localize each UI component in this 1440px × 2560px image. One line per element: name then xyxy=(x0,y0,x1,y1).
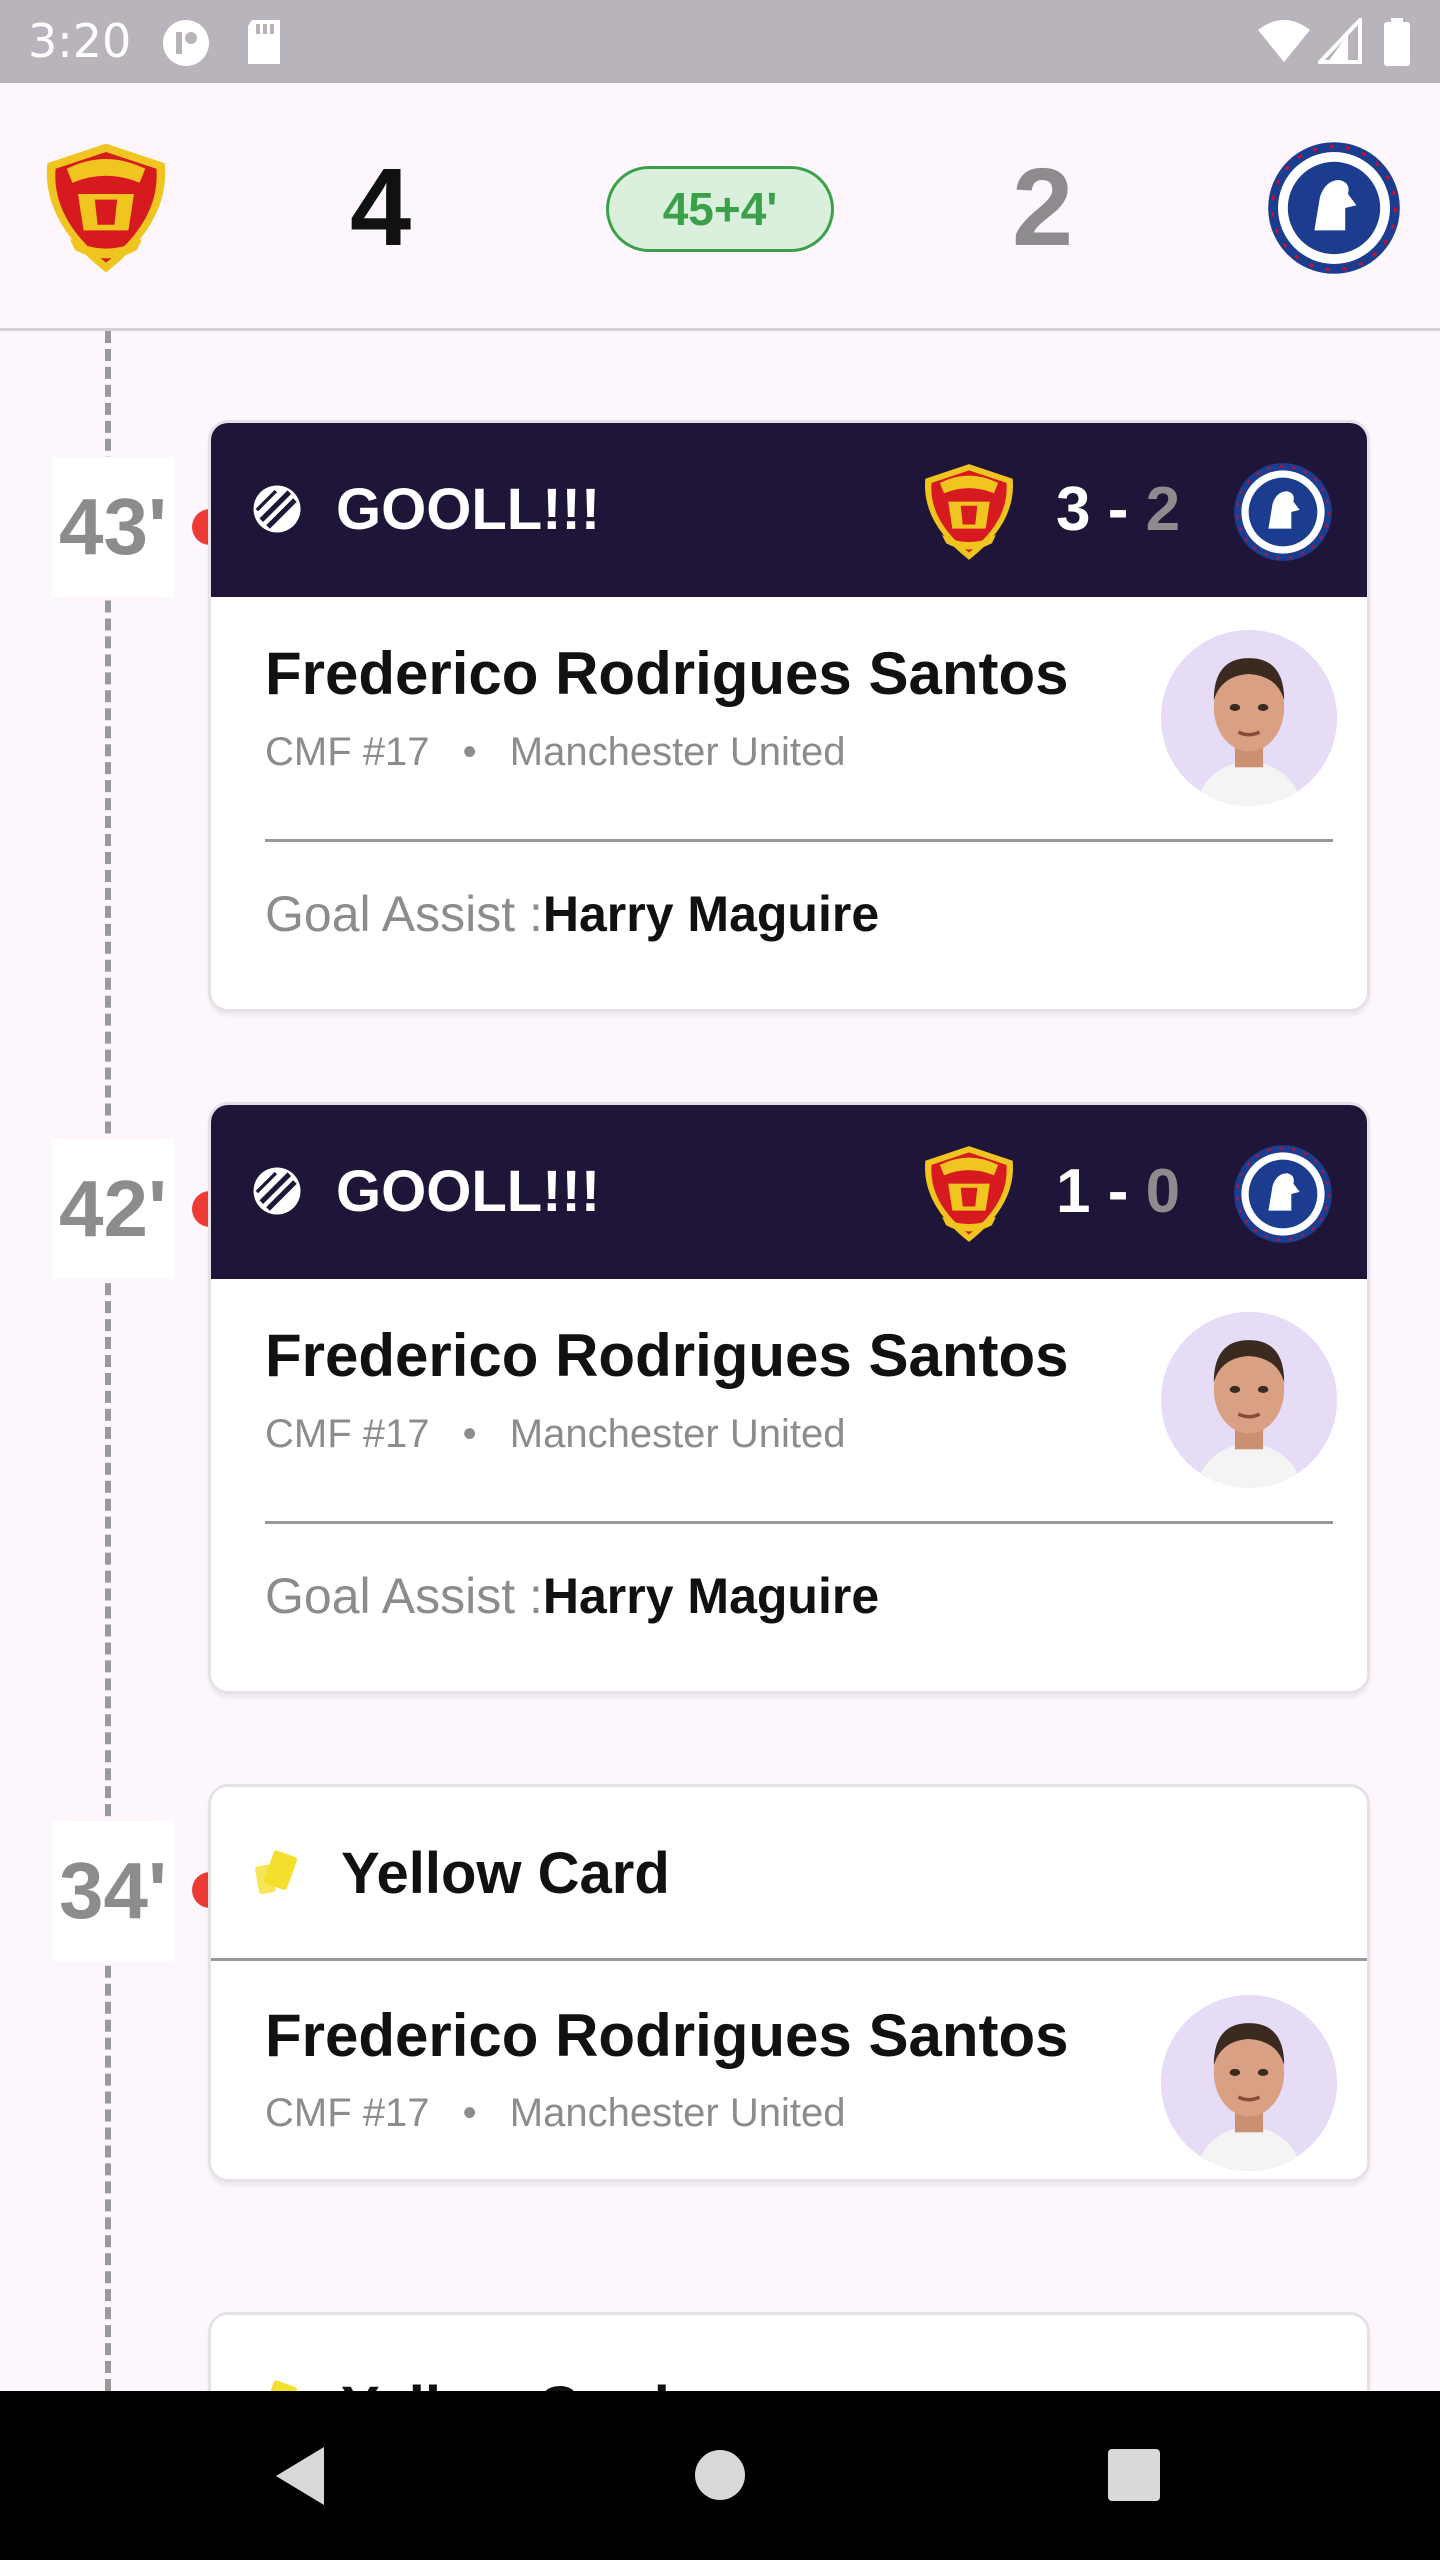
event-minute: 34' xyxy=(52,1821,174,1961)
event-minute: 42' xyxy=(52,1139,174,1279)
away-team-crest-icon xyxy=(1233,462,1333,562)
match-time-badge: 45+4' xyxy=(606,166,834,252)
goal-assist: Goal Assist :Harry Maguire xyxy=(265,885,879,943)
player-avatar[interactable] xyxy=(1161,630,1337,806)
player-meta: CMF #17 • Manchester United xyxy=(265,2091,846,2136)
player-meta: CMF #17 • Manchester United xyxy=(265,730,846,775)
goal-event-card[interactable]: GOOLL!!! 3 - 2 Frederico Rodrigues Santo… xyxy=(208,420,1370,1012)
event-header: GOOLL!!! 1 - 0 xyxy=(211,1105,1367,1279)
status-time: 3:20 xyxy=(28,14,132,68)
recents-icon[interactable] xyxy=(1108,2449,1160,2501)
event-score-home: 1 xyxy=(1056,1157,1091,1226)
player-name[interactable]: Frederico Rodrigues Santos xyxy=(265,639,1069,708)
media-icon xyxy=(163,20,209,66)
home-team-crest-icon xyxy=(924,464,1014,560)
assist-label: Goal Assist : xyxy=(265,1568,543,1624)
home-score: 4 xyxy=(350,146,412,269)
event-header: Yellow Card xyxy=(211,2315,1367,2391)
player-position: CMF #17 xyxy=(265,2091,430,2135)
event-score: 3 - 2 xyxy=(1056,423,1180,597)
yellow-card-event-card[interactable]: Yellow Card Frederico Rodrigues Santos C… xyxy=(208,1784,1370,2182)
goal-event-card[interactable]: GOOLL!!! 1 - 0 Frederico Rodrigues Santo… xyxy=(208,1102,1370,1694)
goal-assist: Goal Assist :Harry Maguire xyxy=(265,1567,879,1625)
player-avatar[interactable] xyxy=(1161,1995,1337,2171)
system-nav-bar xyxy=(0,2391,1440,2560)
assist-player[interactable]: Harry Maguire xyxy=(543,886,879,942)
meta-separator: • xyxy=(462,2091,477,2135)
event-title: GOOLL!!! xyxy=(336,1159,601,1224)
player-name[interactable]: Frederico Rodrigues Santos xyxy=(265,1321,1069,1390)
yellow-card-icon xyxy=(254,2379,298,2391)
player-team: Manchester United xyxy=(509,2091,846,2135)
player-team: Manchester United xyxy=(509,730,846,774)
home-icon[interactable] xyxy=(694,2449,746,2501)
football-icon xyxy=(249,481,305,537)
event-score-separator: - xyxy=(1107,1157,1129,1226)
event-score-separator: - xyxy=(1107,475,1129,544)
yellow-card-icon xyxy=(254,1849,298,1895)
event-title: Yellow Card xyxy=(341,1841,670,1906)
timeline-line xyxy=(105,331,111,2391)
signal-icon xyxy=(1318,18,1362,64)
event-score: 1 - 0 xyxy=(1056,1105,1180,1279)
score-header: 4 45+4' 2 xyxy=(0,83,1440,331)
player-position: CMF #17 xyxy=(265,730,430,774)
assist-player[interactable]: Harry Maguire xyxy=(543,1568,879,1624)
wifi-icon xyxy=(1258,20,1310,62)
player-position: CMF #17 xyxy=(265,1412,430,1456)
yellow-card-event-card[interactable]: Yellow Card xyxy=(208,2312,1370,2391)
back-icon[interactable] xyxy=(272,2445,328,2507)
assist-label: Goal Assist : xyxy=(265,886,543,942)
event-title: Yellow Card xyxy=(341,2321,670,2391)
away-score: 2 xyxy=(1012,146,1074,269)
event-title: GOOLL!!! xyxy=(336,477,601,542)
events-timeline[interactable]: 43' GOOLL!!! 3 - 2 Frederico Rodrigues S… xyxy=(0,331,1440,2391)
player-team: Manchester United xyxy=(509,1412,846,1456)
status-bar: 3:20 xyxy=(0,0,1440,83)
player-name[interactable]: Frederico Rodrigues Santos xyxy=(265,2001,1069,2070)
event-header: Yellow Card xyxy=(211,1787,1367,1961)
event-minute: 43' xyxy=(52,457,174,597)
meta-separator: • xyxy=(462,730,477,774)
home-team-crest-icon xyxy=(924,1146,1014,1242)
event-header: GOOLL!!! 3 - 2 xyxy=(211,423,1367,597)
event-score-home: 3 xyxy=(1056,475,1091,544)
meta-separator: • xyxy=(462,1412,477,1456)
divider xyxy=(265,1521,1333,1524)
away-team-crest-icon xyxy=(1233,1144,1333,1244)
divider xyxy=(265,839,1333,842)
event-score-away: 0 xyxy=(1145,1157,1181,1226)
sd-card-icon xyxy=(248,20,280,64)
battery-icon xyxy=(1384,18,1410,66)
event-score-away: 2 xyxy=(1145,475,1181,544)
player-meta: CMF #17 • Manchester United xyxy=(265,1412,846,1457)
football-icon xyxy=(249,1163,305,1219)
player-avatar[interactable] xyxy=(1161,1312,1337,1488)
home-team-crest-icon[interactable] xyxy=(36,138,176,278)
away-team-crest-icon[interactable] xyxy=(1264,138,1404,278)
